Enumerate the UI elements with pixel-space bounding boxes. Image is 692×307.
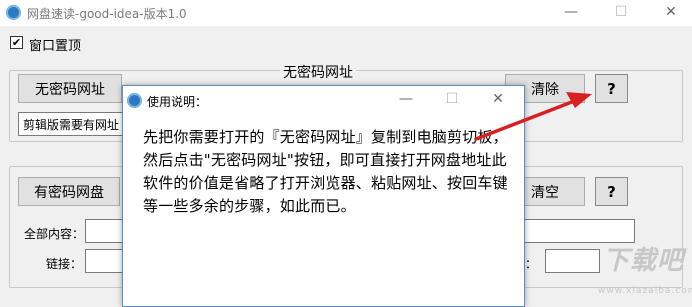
arrow-shaft xyxy=(474,98,579,141)
arrow-head xyxy=(566,92,592,108)
annotation-arrow xyxy=(474,92,592,141)
